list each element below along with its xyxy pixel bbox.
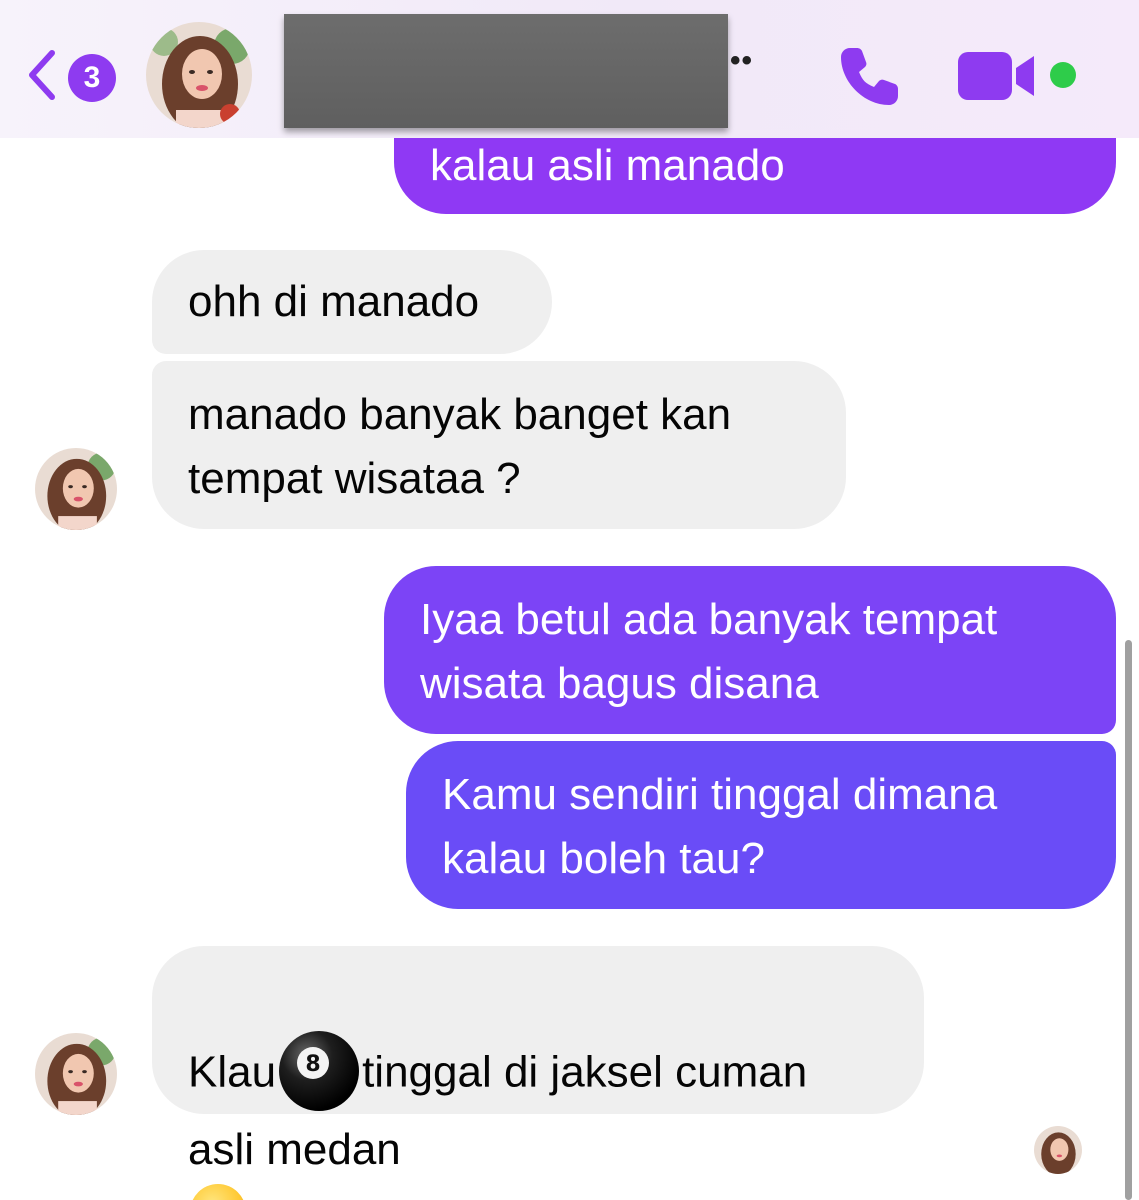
voice-call-button[interactable] (836, 42, 904, 110)
message-text: tinggal di jaksel cuman (362, 1047, 808, 1097)
message-bubble-outgoing[interactable]: Iyaa betul ada banyak tempat wisata bagu… (384, 566, 1116, 734)
sender-avatar[interactable] (35, 448, 117, 530)
message-text: asli medan (188, 1125, 401, 1174)
contact-avatar[interactable] (146, 22, 252, 128)
video-call-button[interactable] (956, 50, 1038, 102)
video-camera-icon (958, 52, 1034, 100)
slightly-smiling-face-emoji (192, 1184, 244, 1200)
svg-text:8: 8 (305, 1052, 320, 1077)
sender-avatar-image (35, 448, 117, 530)
chat-header: 3 •• (0, 0, 1139, 138)
message-bubble-incoming[interactable]: ohh di manado (152, 250, 552, 354)
redacted-contact-name[interactable] (284, 14, 728, 128)
phone-icon (841, 48, 898, 105)
message-bubble-incoming[interactable]: Klau 8 tinggal di jaksel cuman asli medan (152, 946, 924, 1200)
8-ball-emoji: 8 (279, 1031, 360, 1111)
message-text: Klau (188, 1047, 277, 1097)
sender-avatar[interactable] (35, 1033, 117, 1115)
online-status-dot (1050, 62, 1076, 88)
message-bubble-incoming[interactable]: manado banyak banget kan tempat wisataa … (152, 361, 846, 529)
contact-avatar-image (146, 22, 252, 128)
back-button[interactable]: 3 (22, 40, 122, 110)
seen-receipt-avatar-image (1034, 1126, 1082, 1174)
seen-receipt-avatar (1034, 1126, 1082, 1174)
sender-avatar-image (35, 1033, 117, 1115)
header-dots: •• (730, 44, 754, 77)
chat-screen: 3 •• kalau asli manado ohh di manado man… (0, 0, 1139, 1200)
message-bubble-outgoing[interactable]: Kamu sendiri tinggal dimana kalau boleh … (406, 741, 1116, 909)
unread-count-badge: 3 (68, 54, 116, 102)
scrollbar[interactable] (1125, 640, 1132, 1200)
chevron-left-icon (29, 50, 55, 100)
